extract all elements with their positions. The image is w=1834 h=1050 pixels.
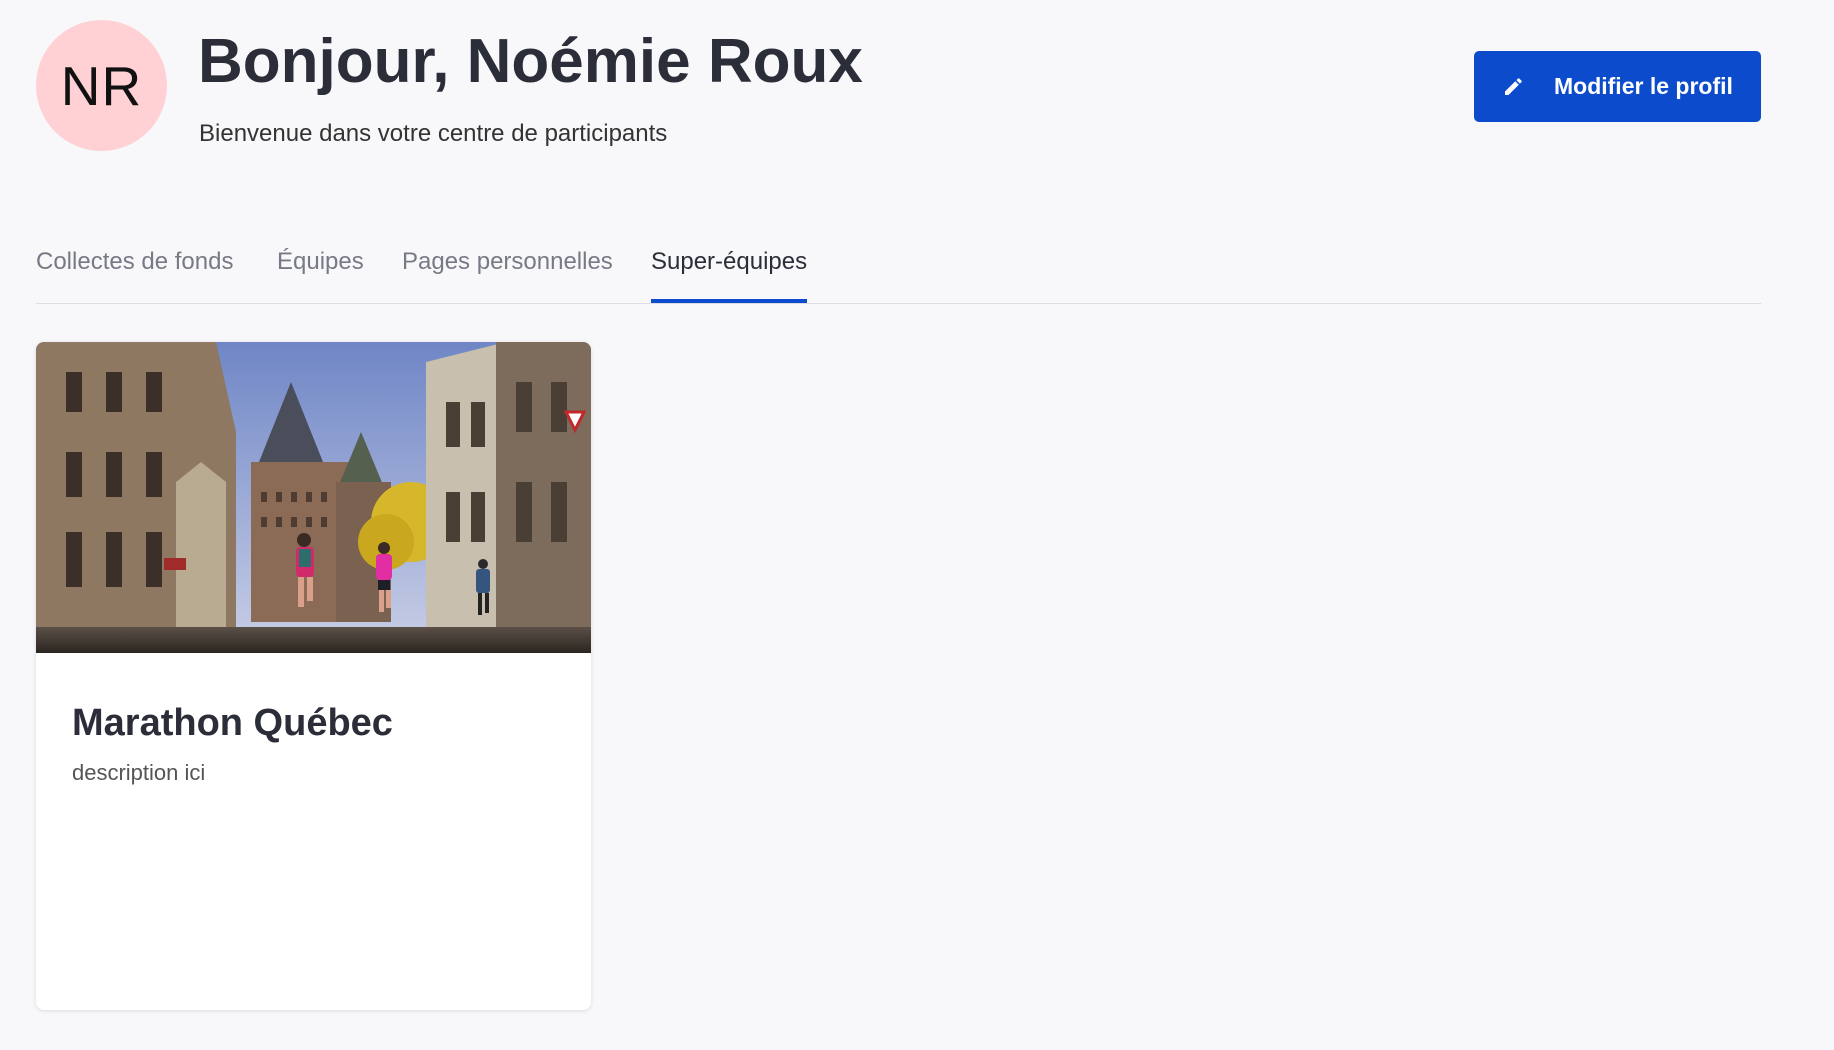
page-title: Bonjour, Noémie Roux	[198, 27, 863, 96]
edit-profile-label: Modifier le profil	[1554, 73, 1733, 99]
tab-super-teams[interactable]: Super-équipes	[651, 248, 808, 303]
edit-profile-button[interactable]: Modifier le profil	[1474, 51, 1761, 122]
super-team-card[interactable]: Marathon Québec description ici	[36, 342, 591, 1010]
card-image	[36, 342, 591, 653]
tab-personal-pages[interactable]: Pages personnelles	[402, 248, 613, 303]
tab-fundraisers[interactable]: Collectes de fonds	[36, 248, 233, 303]
avatar: NR	[36, 20, 167, 151]
tab-bar: Collectes de fonds Équipes Pages personn…	[36, 240, 1761, 304]
profile-header: NR Bonjour, Noémie Roux Bienvenue dans v…	[36, 20, 1761, 160]
card-title: Marathon Québec	[72, 702, 393, 744]
tab-teams[interactable]: Équipes	[277, 248, 364, 303]
card-description: description ici	[72, 760, 206, 785]
page-subtitle: Bienvenue dans votre centre de participa…	[199, 120, 668, 147]
pencil-icon	[1500, 74, 1526, 100]
